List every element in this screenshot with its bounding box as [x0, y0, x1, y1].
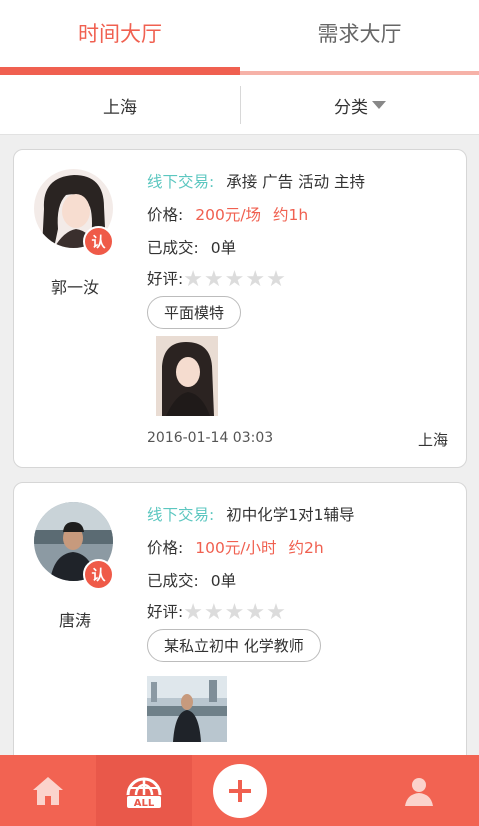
duration-value: 约2h	[288, 539, 324, 557]
deals-label: 已成交:	[147, 572, 199, 590]
nav-home-button[interactable]	[0, 755, 96, 826]
post-date: 2016-01-14 03:03	[147, 430, 274, 446]
deals-value: 0单	[210, 239, 237, 257]
price-line: 价格: 100元/小时 约2h	[147, 536, 324, 558]
provider-name[interactable]: 唐涛	[14, 607, 136, 631]
home-icon	[33, 776, 63, 805]
filter-bar: 上海 分类	[0, 75, 479, 135]
trade-mode-label: 线下交易:	[147, 173, 215, 191]
add-post-button[interactable]	[192, 755, 288, 826]
verified-badge: 认	[83, 226, 114, 257]
rating-line: 好评:★★★★★	[147, 267, 287, 292]
category-filter[interactable]: 分类	[241, 75, 479, 135]
service-line: 线下交易: 承接 广告 活动 主持	[147, 170, 365, 192]
triangle-down-icon	[372, 101, 386, 109]
star-rating-icon: ★★★★★	[183, 600, 287, 625]
price-label: 价格:	[147, 206, 184, 224]
location: 上海	[417, 431, 448, 449]
rating-label: 好评:	[147, 270, 184, 288]
city-filter[interactable]: 上海	[0, 75, 240, 135]
city-filter-label: 上海	[103, 97, 137, 118]
deals-label: 已成交:	[147, 239, 199, 257]
rating-label: 好评:	[147, 603, 184, 621]
price-value: 200元/场	[195, 206, 262, 224]
nav-profile-button[interactable]	[288, 755, 479, 826]
category-filter-label: 分类	[334, 97, 368, 118]
price-line: 价格: 200元/场 约1h	[147, 203, 308, 225]
deals-value: 0单	[210, 572, 237, 590]
listing-card[interactable]: 认 郭一汝 线下交易: 承接 广告 活动 主持 价格: 200元/场 约1h 已成交:…	[13, 149, 467, 468]
star-rating-icon: ★★★★★	[183, 267, 287, 292]
price-value: 100元/小时	[195, 539, 277, 557]
all-icon-label: ALL	[134, 798, 155, 809]
top-tabs: 时间大厅 需求大厅	[0, 0, 479, 75]
tab-demand-hall[interactable]: 需求大厅	[240, 0, 479, 66]
photo-thumbnail[interactable]	[147, 676, 227, 742]
skill-tag: 平面模特	[147, 296, 242, 329]
deals-line: 已成交: 0单	[147, 236, 236, 258]
deals-line: 已成交: 0单	[147, 569, 236, 591]
add-circle	[213, 763, 267, 818]
service-line: 线下交易: 初中化学1对1辅导	[147, 503, 354, 525]
tab-time-hall[interactable]: 时间大厅	[0, 0, 240, 66]
skill-tag: 某私立初中 化学教师	[147, 629, 321, 662]
service-text: 初中化学1对1辅导	[226, 506, 355, 524]
all-icon: ALL	[126, 777, 162, 809]
trade-mode-label: 线下交易:	[147, 506, 215, 524]
person-icon	[404, 777, 433, 806]
verified-badge: 认	[83, 559, 114, 590]
nav-all-button[interactable]: ALL	[96, 755, 192, 826]
bottom-nav: ALL	[0, 755, 479, 826]
duration-value: 约1h	[273, 206, 309, 224]
tab-active-indicator	[0, 67, 240, 75]
listing-card[interactable]: 认 唐涛 线下交易: 初中化学1对1辅导 价格: 100元/小时 约2h 已成交: 0单…	[13, 482, 467, 772]
photo-thumbnail[interactable]	[156, 336, 218, 416]
service-text: 承接 广告 活动 主持	[226, 173, 366, 191]
rating-line: 好评:★★★★★	[147, 600, 287, 625]
price-label: 价格:	[147, 539, 184, 557]
provider-name[interactable]: 郭一汝	[14, 274, 136, 298]
plus-icon	[229, 779, 251, 802]
